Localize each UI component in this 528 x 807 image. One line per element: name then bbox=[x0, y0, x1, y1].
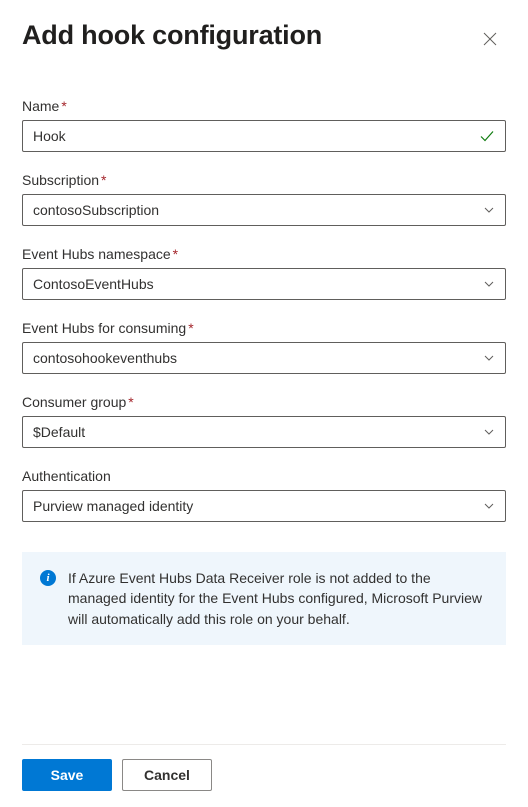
field-consumer-group: Consumer group* $Default bbox=[22, 394, 506, 448]
info-message-text: If Azure Event Hubs Data Receiver role i… bbox=[68, 568, 488, 629]
header: Add hook configuration bbox=[22, 20, 506, 56]
page-title: Add hook configuration bbox=[22, 20, 322, 51]
name-input-wrapper[interactable] bbox=[22, 120, 506, 152]
authentication-select[interactable]: Purview managed identity bbox=[22, 490, 506, 522]
required-indicator: * bbox=[101, 172, 106, 188]
event-hubs-namespace-select[interactable]: ContosoEventHubs bbox=[22, 268, 506, 300]
footer: Save Cancel bbox=[22, 744, 506, 791]
field-subscription: Subscription* contosoSubscription bbox=[22, 172, 506, 226]
close-button[interactable] bbox=[474, 24, 506, 56]
save-button[interactable]: Save bbox=[22, 759, 112, 791]
authentication-label: Authentication bbox=[22, 468, 506, 484]
field-event-hubs-consuming: Event Hubs for consuming* contosohookeve… bbox=[22, 320, 506, 374]
chevron-down-icon bbox=[483, 352, 495, 364]
event-hubs-namespace-label: Event Hubs namespace* bbox=[22, 246, 506, 262]
consumer-group-value: $Default bbox=[33, 424, 483, 440]
consumer-group-label: Consumer group* bbox=[22, 394, 506, 410]
authentication-value: Purview managed identity bbox=[33, 498, 483, 514]
info-message-box: i If Azure Event Hubs Data Receiver role… bbox=[22, 552, 506, 645]
required-indicator: * bbox=[128, 394, 133, 410]
event-hubs-consuming-select[interactable]: contosohookeventhubs bbox=[22, 342, 506, 374]
field-authentication: Authentication Purview managed identity bbox=[22, 468, 506, 522]
close-icon bbox=[482, 31, 498, 50]
required-indicator: * bbox=[188, 320, 193, 336]
event-hubs-consuming-label: Event Hubs for consuming* bbox=[22, 320, 506, 336]
field-event-hubs-namespace: Event Hubs namespace* ContosoEventHubs bbox=[22, 246, 506, 300]
info-icon: i bbox=[40, 570, 56, 586]
name-input[interactable] bbox=[33, 128, 479, 144]
checkmark-icon bbox=[479, 128, 495, 144]
name-label: Name* bbox=[22, 98, 506, 114]
consumer-group-select[interactable]: $Default bbox=[22, 416, 506, 448]
chevron-down-icon bbox=[483, 500, 495, 512]
cancel-button[interactable]: Cancel bbox=[122, 759, 212, 791]
subscription-label: Subscription* bbox=[22, 172, 506, 188]
field-name: Name* bbox=[22, 98, 506, 152]
required-indicator: * bbox=[61, 98, 66, 114]
event-hubs-namespace-value: ContosoEventHubs bbox=[33, 276, 483, 292]
chevron-down-icon bbox=[483, 426, 495, 438]
subscription-value: contosoSubscription bbox=[33, 202, 483, 218]
chevron-down-icon bbox=[483, 278, 495, 290]
required-indicator: * bbox=[173, 246, 178, 262]
event-hubs-consuming-value: contosohookeventhubs bbox=[33, 350, 483, 366]
chevron-down-icon bbox=[483, 204, 495, 216]
subscription-select[interactable]: contosoSubscription bbox=[22, 194, 506, 226]
